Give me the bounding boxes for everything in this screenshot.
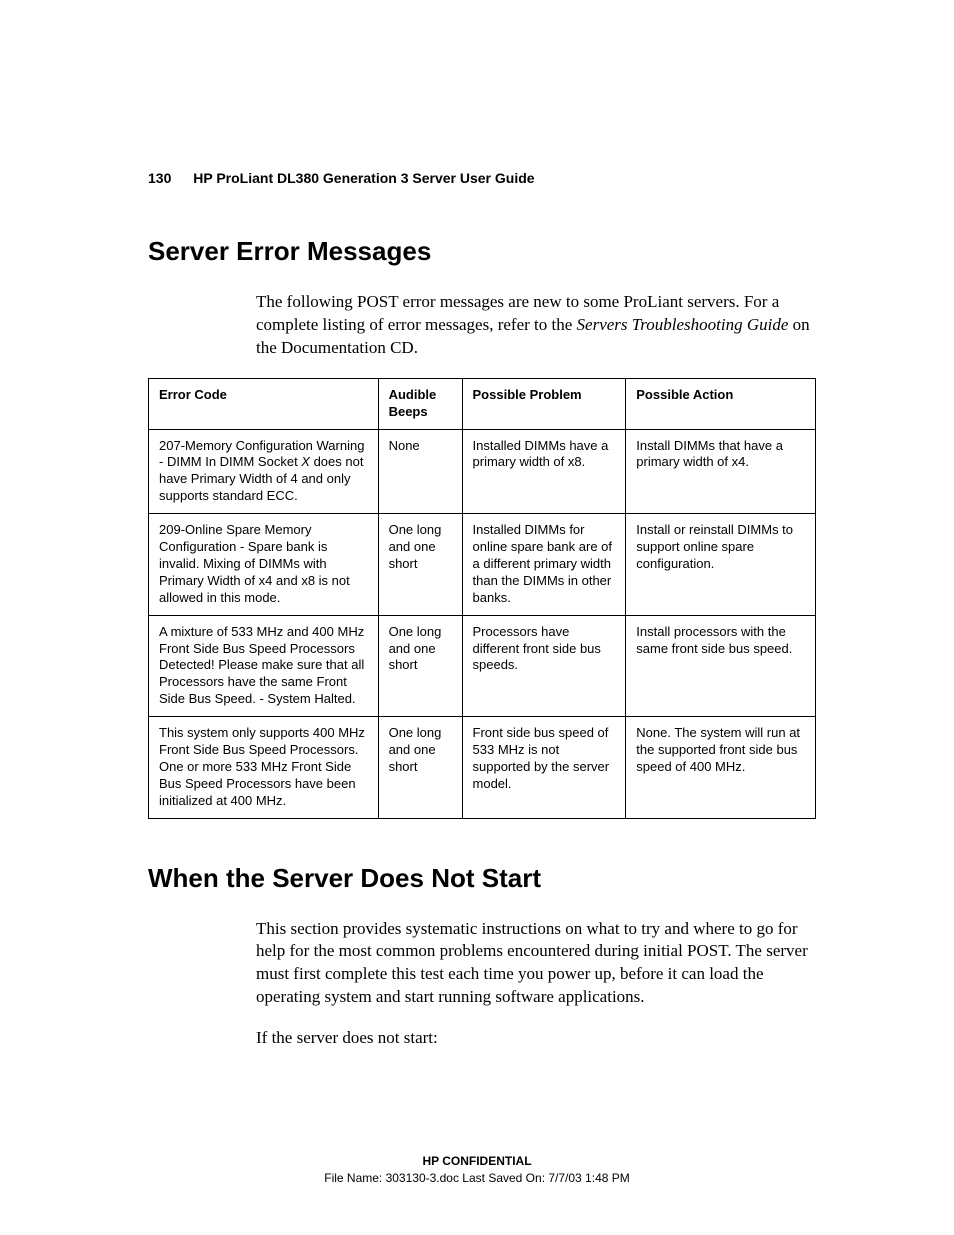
- table-row: 209-Online Spare Memory Configuration - …: [149, 514, 816, 615]
- cell-problem: Installed DIMMs for online spare bank ar…: [462, 514, 626, 615]
- cell-action: Install processors with the same front s…: [626, 615, 816, 716]
- body-paragraph: If the server does not start:: [256, 1027, 816, 1050]
- table-header-row: Error Code Audible Beeps Possible Proble…: [149, 378, 816, 429]
- cell-beeps: None: [378, 429, 462, 514]
- page-header: 130 HP ProLiant DL380 Generation 3 Serve…: [148, 170, 816, 186]
- confidential-label: HP CONFIDENTIAL: [0, 1153, 954, 1170]
- section-heading-when-server-does-not-start: When the Server Does Not Start: [148, 863, 816, 894]
- th-error-code: Error Code: [149, 378, 379, 429]
- cell-action: Install DIMMs that have a primary width …: [626, 429, 816, 514]
- cell-beeps: One long and one short: [378, 717, 462, 818]
- cell-problem: Front side bus speed of 533 MHz is not s…: [462, 717, 626, 818]
- th-audible-beeps: Audible Beeps: [378, 378, 462, 429]
- table-row: 207-Memory Configuration Warning - DIMM …: [149, 429, 816, 514]
- cell-error-code: A mixture of 533 MHz and 400 MHz Front S…: [149, 615, 379, 716]
- cell-action: Install or reinstall DIMMs to support on…: [626, 514, 816, 615]
- cell-action: None. The system will run at the support…: [626, 717, 816, 818]
- error-table: Error Code Audible Beeps Possible Proble…: [148, 378, 816, 819]
- footer-meta: File Name: 303130-3.doc Last Saved On: 7…: [0, 1170, 954, 1187]
- cell-beeps: One long and one short: [378, 615, 462, 716]
- section-heading-server-error-messages: Server Error Messages: [148, 236, 816, 267]
- cell-problem: Installed DIMMs have a primary width of …: [462, 429, 626, 514]
- th-possible-problem: Possible Problem: [462, 378, 626, 429]
- page-footer: HP CONFIDENTIAL File Name: 303130-3.doc …: [0, 1153, 954, 1187]
- doc-title: HP ProLiant DL380 Generation 3 Server Us…: [193, 170, 534, 186]
- cell-beeps: One long and one short: [378, 514, 462, 615]
- text-italic: X: [301, 454, 310, 469]
- cell-error-code: 209-Online Spare Memory Configuration - …: [149, 514, 379, 615]
- intro-reference: Servers Troubleshooting Guide: [577, 315, 789, 334]
- body-paragraph: This section provides systematic instruc…: [256, 918, 816, 1010]
- th-possible-action: Possible Action: [626, 378, 816, 429]
- cell-error-code: 207-Memory Configuration Warning - DIMM …: [149, 429, 379, 514]
- table-row: A mixture of 533 MHz and 400 MHz Front S…: [149, 615, 816, 716]
- table-row: This system only supports 400 MHz Front …: [149, 717, 816, 818]
- intro-paragraph: The following POST error messages are ne…: [256, 291, 816, 360]
- cell-error-code: This system only supports 400 MHz Front …: [149, 717, 379, 818]
- document-page: 130 HP ProLiant DL380 Generation 3 Serve…: [0, 0, 954, 1235]
- cell-problem: Processors have different front side bus…: [462, 615, 626, 716]
- page-number: 130: [148, 170, 171, 186]
